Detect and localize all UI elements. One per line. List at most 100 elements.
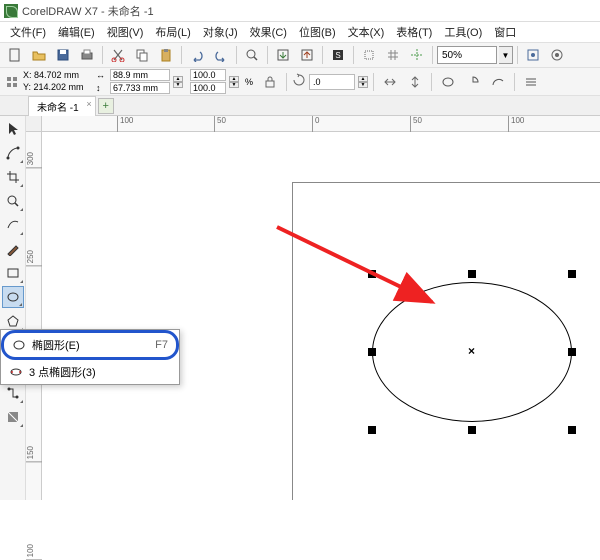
ruler-origin[interactable]: [26, 116, 42, 132]
crop-tool[interactable]: [2, 166, 24, 188]
angle-input[interactable]: .0: [309, 74, 355, 90]
menu-text[interactable]: 文本(X): [344, 22, 389, 42]
menu-view[interactable]: 视图(V): [103, 22, 148, 42]
search-button[interactable]: [241, 44, 263, 66]
separator: [322, 46, 323, 64]
ellipse-mode-button[interactable]: [437, 71, 459, 93]
selection-handle[interactable]: [368, 426, 376, 434]
menu-edit[interactable]: 编辑(E): [54, 22, 99, 42]
rectangle-tool[interactable]: [2, 262, 24, 284]
save-button[interactable]: [52, 44, 74, 66]
menu-tools[interactable]: 工具(O): [440, 22, 486, 42]
separator: [373, 73, 374, 91]
position-group: X: 84.702 mm Y: 214.202 mm: [23, 70, 87, 93]
scale-x-input[interactable]: [190, 69, 226, 81]
size-spinner[interactable]: ▲▼: [173, 76, 183, 88]
menu-object[interactable]: 对象(J): [199, 22, 242, 42]
guides-button[interactable]: [406, 44, 428, 66]
snap-to-button[interactable]: [522, 44, 544, 66]
property-bar: X: 84.702 mm Y: 214.202 mm ↔ ↕ ▲▼ ▲▼ % .…: [0, 68, 600, 96]
doc-tab-1[interactable]: 未命名 -1 ×: [28, 96, 96, 116]
scale-y-input[interactable]: [190, 82, 226, 94]
separator: [181, 46, 182, 64]
flyout-ellipse[interactable]: 椭圆形(E) F7: [1, 330, 179, 360]
connector-tool[interactable]: [2, 382, 24, 404]
lock-ratio-button[interactable]: [259, 71, 281, 93]
options-button[interactable]: [546, 44, 568, 66]
canvas-area: 10050050100150 300250200150100 ×: [26, 116, 600, 500]
selection-handle[interactable]: [568, 426, 576, 434]
ellipse-tool-flyout: 椭圆形(E) F7 3 点椭圆形(3): [0, 329, 180, 385]
interactive-fill-tool[interactable]: [2, 406, 24, 428]
grid-button[interactable]: [382, 44, 404, 66]
window-title: CorelDRAW X7 - 未命名 -1: [22, 3, 154, 19]
canvas[interactable]: ×: [42, 132, 600, 500]
separator: [353, 46, 354, 64]
zoom-tool[interactable]: [2, 190, 24, 212]
selection-handle[interactable]: [368, 270, 376, 278]
separator: [286, 73, 287, 91]
separator: [517, 46, 518, 64]
scale-spinner[interactable]: ▲▼: [229, 76, 239, 88]
selection-handle[interactable]: [568, 348, 576, 356]
menu-table[interactable]: 表格(T): [392, 22, 436, 42]
toolbox: 字: [0, 116, 26, 500]
cut-button[interactable]: [107, 44, 129, 66]
freehand-tool[interactable]: [2, 214, 24, 236]
rotate-icon: [292, 73, 306, 90]
menu-bitmap[interactable]: 位图(B): [295, 22, 340, 42]
new-button[interactable]: [4, 44, 26, 66]
mirror-h-button[interactable]: [379, 71, 401, 93]
selection-center-icon: ×: [468, 344, 475, 358]
paste-button[interactable]: [155, 44, 177, 66]
add-tab-button[interactable]: +: [98, 98, 114, 114]
arc-mode-button[interactable]: [487, 71, 509, 93]
y-position[interactable]: Y: 214.202 mm: [23, 82, 87, 93]
menu-file[interactable]: 文件(F): [6, 22, 50, 42]
menu-window[interactable]: 窗口: [490, 22, 520, 42]
publish-button[interactable]: S: [327, 44, 349, 66]
scale-group: [190, 69, 226, 94]
print-button[interactable]: [76, 44, 98, 66]
x-position[interactable]: X: 84.702 mm: [23, 70, 87, 81]
menu-layout[interactable]: 布局(L): [151, 22, 194, 42]
vertical-ruler[interactable]: 300250200150100: [26, 132, 42, 500]
open-button[interactable]: [28, 44, 50, 66]
separator: [514, 73, 515, 91]
import-button[interactable]: [272, 44, 294, 66]
export-button[interactable]: [296, 44, 318, 66]
mirror-v-button[interactable]: [404, 71, 426, 93]
pie-mode-button[interactable]: [462, 71, 484, 93]
zoom-dropdown-icon[interactable]: ▼: [499, 46, 513, 64]
horizontal-ruler[interactable]: 10050050100150: [42, 116, 600, 132]
selection-handle[interactable]: [568, 270, 576, 278]
standard-toolbar: S 50% ▼: [0, 42, 600, 68]
width-icon: ↔: [96, 70, 108, 80]
flyout-label: 椭圆形(E): [32, 337, 149, 353]
ellipse-tool[interactable]: [2, 286, 24, 308]
separator: [432, 46, 433, 64]
percent-label: %: [245, 77, 253, 87]
menu-effect[interactable]: 效果(C): [246, 22, 291, 42]
redo-button[interactable]: [210, 44, 232, 66]
height-icon: ↕: [96, 83, 108, 93]
svg-text:S: S: [335, 51, 340, 60]
copy-button[interactable]: [131, 44, 153, 66]
width-input[interactable]: [110, 69, 170, 81]
height-input[interactable]: [110, 82, 170, 94]
shape-tool[interactable]: [2, 142, 24, 164]
selection-handle[interactable]: [468, 426, 476, 434]
snap-button[interactable]: [358, 44, 380, 66]
flyout-3point-ellipse[interactable]: 3 点椭圆形(3): [1, 360, 179, 384]
zoom-input[interactable]: 50%: [437, 46, 497, 64]
selection-handle[interactable]: [468, 270, 476, 278]
close-tab-icon[interactable]: ×: [86, 99, 91, 109]
undo-button[interactable]: [186, 44, 208, 66]
angle-spinner[interactable]: ▲▼: [358, 76, 368, 88]
doc-tab-label: 未命名 -1: [37, 103, 79, 114]
outline-width-button[interactable]: [520, 71, 542, 93]
selection-handle[interactable]: [368, 348, 376, 356]
separator: [102, 46, 103, 64]
pick-tool[interactable]: [2, 118, 24, 140]
artistic-media-tool[interactable]: [2, 238, 24, 260]
